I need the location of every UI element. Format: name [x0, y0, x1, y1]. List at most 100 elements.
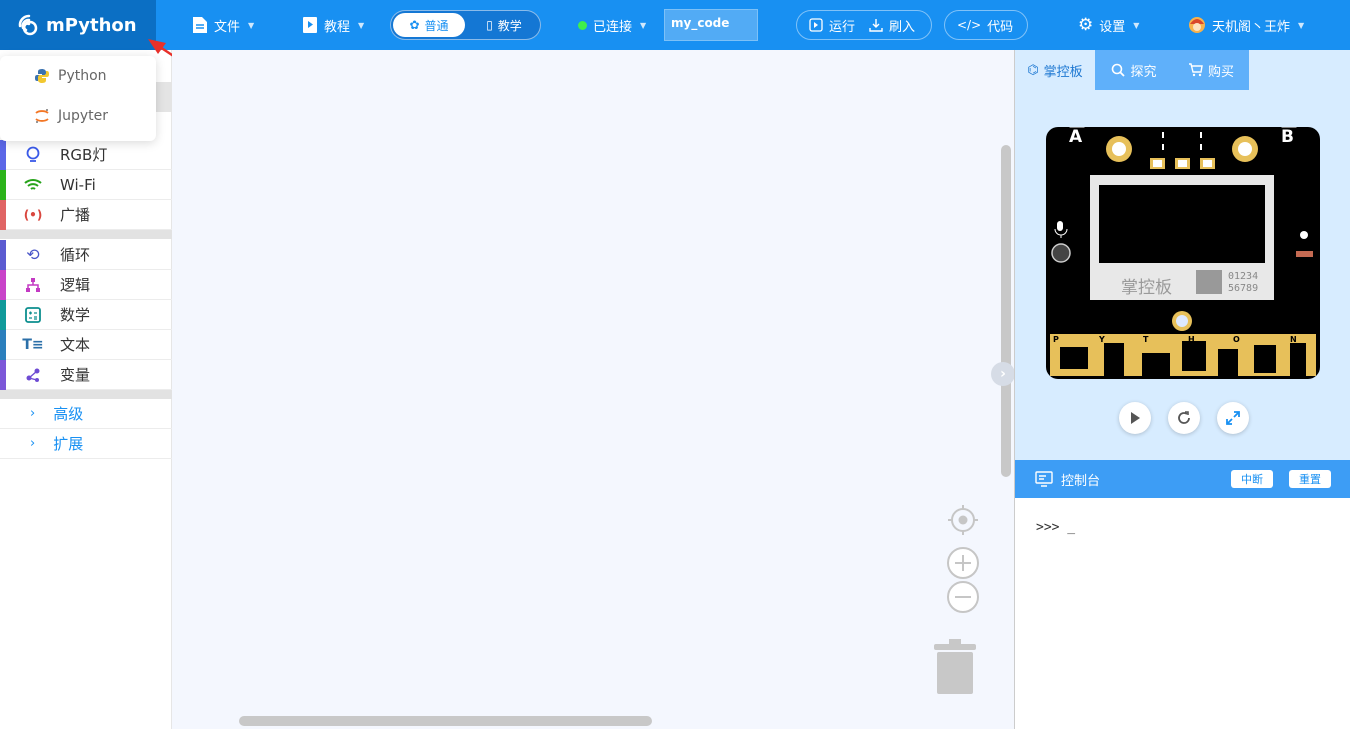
zoom-in-button[interactable]	[946, 546, 980, 580]
mode-teach-button[interactable]: ▯ 教学	[471, 13, 537, 37]
menu-item-python[interactable]: Python	[0, 56, 156, 96]
pin-label: Y	[1099, 335, 1105, 344]
chevron-down-icon: ▼	[1133, 20, 1140, 30]
app-name: mPython	[46, 14, 137, 36]
console-output[interactable]: >>> _	[1036, 520, 1075, 535]
code-button[interactable]: </> 代码	[944, 10, 1028, 40]
math-icon	[24, 306, 42, 324]
connected-dot-icon	[578, 20, 587, 30]
pin-label: P	[1053, 335, 1059, 344]
chevron-right-icon: ›	[30, 436, 36, 451]
user-name: 天机阁丶王炸	[1212, 19, 1291, 35]
category-color-bar	[0, 359, 6, 390]
category-color-bar	[0, 199, 6, 230]
book-icon: ▯	[486, 18, 493, 32]
restart-icon	[1178, 411, 1190, 424]
console-interrupt-button[interactable]: 中断	[1231, 470, 1273, 488]
pin-label: N	[1290, 335, 1297, 344]
button-b-label[interactable]: B	[1281, 127, 1294, 147]
menu-item-jupyter[interactable]: Jupyter	[0, 96, 156, 136]
sidebar-divider	[0, 390, 172, 399]
user-menu[interactable]: 天机阁丶王炸 ▼	[1188, 0, 1304, 50]
settings-menu[interactable]: ⚙ 设置 ▼	[1078, 0, 1139, 50]
mode-toggle[interactable]: ✿ 普通 ▯ 教学	[390, 10, 541, 40]
settings-label: 设置	[1099, 19, 1126, 35]
category-extensions[interactable]: › 扩展	[0, 429, 172, 459]
category-variable[interactable]: 变量	[0, 359, 172, 390]
category-color-bar	[0, 239, 6, 270]
flash-button[interactable]: 刷入	[869, 16, 915, 35]
download-icon	[869, 19, 883, 32]
jupyter-icon	[35, 109, 49, 123]
logo-dropdown-menu: Python Jupyter	[0, 56, 156, 141]
category-color-bar	[0, 269, 6, 300]
code-label: 代码	[987, 19, 1014, 35]
category-color-bar	[0, 139, 6, 170]
python-icon	[35, 69, 49, 83]
category-wifi[interactable]: Wi-Fi	[0, 169, 172, 200]
board-icon: ⌬	[1027, 62, 1039, 78]
block-workspace[interactable]	[172, 50, 1014, 729]
category-label: 高级	[53, 405, 84, 423]
tab-explore[interactable]: 探究	[1095, 50, 1173, 90]
recenter-button[interactable]	[947, 504, 979, 536]
console-title: 控制台	[1061, 473, 1101, 489]
board-digits-1: 01234	[1228, 271, 1259, 282]
expand-icon	[1226, 411, 1240, 425]
run-button[interactable]: 运行	[809, 16, 855, 35]
sim-play-button[interactable]	[1119, 402, 1151, 434]
app-logo-button[interactable]: mPython	[0, 0, 156, 50]
block-category-sidebar: RGB灯 Wi-Fi (•) 广播 ⟲ 循环 逻辑 数学 T≡ 文本 变量 › …	[0, 50, 172, 729]
tab-buy[interactable]: 购买	[1173, 50, 1249, 90]
chevron-down-icon: ▼	[248, 20, 255, 30]
category-broadcast[interactable]: (•) 广播	[0, 199, 172, 230]
mpython-board-simulator[interactable]: A B 掌控板 01234 56789 P Y T H O N	[1046, 127, 1320, 379]
category-label: 扩展	[53, 435, 84, 453]
logic-icon	[24, 276, 42, 294]
tab-label: 购买	[1207, 64, 1234, 80]
tab-board[interactable]: ⌬ 掌控板	[1015, 50, 1095, 90]
broadcast-icon: (•)	[23, 207, 43, 222]
chevron-down-icon: ▼	[358, 20, 365, 30]
simulator-area: ⌬ 掌控板 探究 购买 A B 掌控板 01234 56789 P Y T H …	[1015, 50, 1350, 460]
connection-status[interactable]: 已连接 ▼	[578, 0, 646, 50]
pin-label: T	[1143, 335, 1149, 344]
button-a-label[interactable]: A	[1069, 127, 1082, 147]
category-rgb[interactable]: RGB灯	[0, 139, 172, 170]
filename-input[interactable]: my_code	[664, 9, 758, 41]
flash-label: 刷入	[889, 19, 916, 35]
menu-item-label: Jupyter	[58, 108, 109, 124]
search-icon	[1112, 63, 1126, 77]
mode-normal-label: 普通	[424, 18, 449, 33]
workspace-horizontal-scrollbar[interactable]	[239, 716, 652, 726]
chevron-right-icon: ›	[30, 406, 36, 421]
pin-label: H	[1188, 335, 1195, 344]
category-logic[interactable]: 逻辑	[0, 269, 172, 300]
run-label: 运行	[829, 19, 856, 35]
mode-normal-button[interactable]: ✿ 普通	[393, 13, 465, 37]
category-text[interactable]: T≡ 文本	[0, 329, 172, 360]
collapse-panel-button[interactable]: ›	[991, 362, 1015, 386]
text-icon: T≡	[22, 336, 44, 353]
cart-icon	[1188, 63, 1203, 77]
category-advanced[interactable]: › 高级	[0, 399, 172, 429]
tutorial-menu[interactable]: 教程 ▼	[302, 0, 364, 50]
console-reset-button[interactable]: 重置	[1289, 470, 1331, 488]
connection-label: 已连接	[593, 19, 633, 35]
board-digits-2: 56789	[1228, 283, 1259, 294]
zoom-out-button[interactable]	[946, 580, 980, 614]
category-loop[interactable]: ⟲ 循环	[0, 239, 172, 270]
trash-icon[interactable]	[932, 638, 978, 696]
category-math[interactable]: 数学	[0, 299, 172, 330]
console-icon	[1035, 471, 1053, 487]
mode-teach-label: 教学	[497, 18, 522, 33]
category-label: 数学	[60, 306, 91, 324]
avatar	[1189, 17, 1205, 33]
workspace-vertical-scrollbar[interactable]	[1001, 145, 1011, 477]
play-icon	[1131, 412, 1140, 424]
sim-restart-button[interactable]	[1168, 402, 1200, 434]
category-color-bar	[0, 299, 6, 330]
sim-fullscreen-button[interactable]	[1217, 402, 1249, 434]
play-icon	[809, 18, 823, 32]
variable-icon	[24, 366, 42, 384]
